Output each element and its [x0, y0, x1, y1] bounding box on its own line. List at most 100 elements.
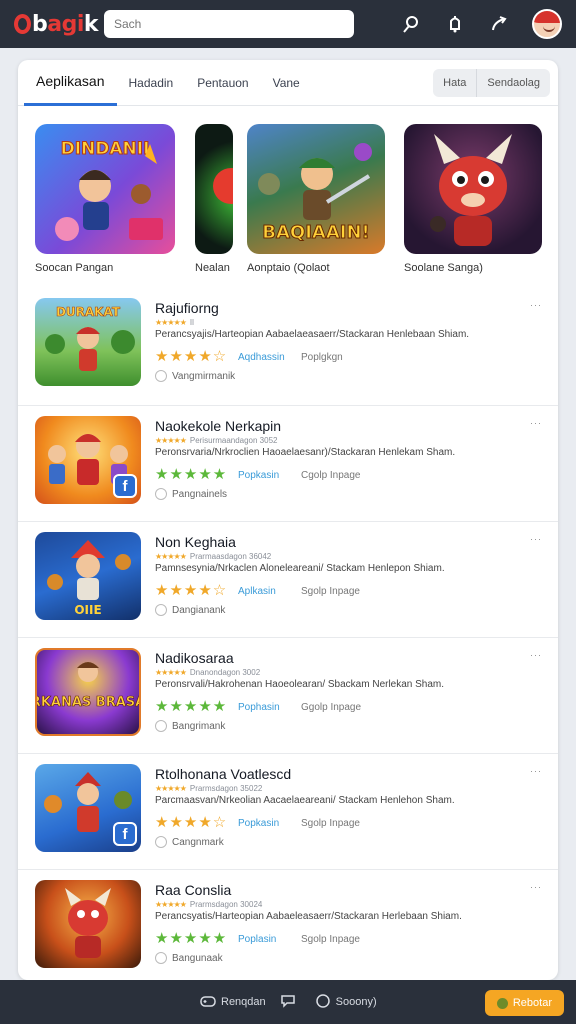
gamepad-icon: [200, 994, 216, 1011]
more-options-icon[interactable]: ···: [530, 882, 542, 892]
rating-stars: ★★★★★: [155, 466, 228, 483]
tab-hadadin[interactable]: Hadadin: [117, 60, 186, 106]
bottom-nav: Renqdan Sooony): [200, 980, 377, 1024]
more-options-icon[interactable]: ···: [530, 650, 542, 660]
developer-icon: [155, 720, 167, 732]
app-thumbnail: [35, 880, 141, 968]
featured-item[interactable]: Nealan: [195, 124, 233, 274]
reward-button[interactable]: Rebotar: [484, 990, 564, 1016]
app-category-link[interactable]: Poplasin: [238, 934, 276, 945]
more-options-icon[interactable]: ···: [530, 418, 542, 428]
featured-caption: Soocan Pangan: [35, 262, 114, 274]
app-category-link[interactable]: Popkasin: [238, 470, 279, 481]
featured-caption: Aonptaio (Qolaot: [247, 262, 330, 274]
app-meta: ★★★★★ Perisurmaandagon 3052: [155, 436, 278, 445]
chat-bubble-icon: [280, 994, 296, 1011]
app-list: DURAKAT Rajufiorng ★★★★★ Il Perancsyajis/…: [18, 288, 558, 980]
mini-rating: ★★★★★: [155, 318, 187, 327]
tab-aplikasi[interactable]: Aeplikasan: [24, 60, 117, 106]
featured-art: [404, 124, 542, 254]
search-input[interactable]: [104, 10, 354, 38]
facebook-badge-icon: f: [113, 822, 137, 846]
app-extra-info: Ggolp Inpage: [301, 702, 362, 713]
search-circle-icon: [315, 993, 331, 1012]
notification-bell-icon[interactable]: [444, 13, 466, 35]
app-developer: Bangunaak: [155, 952, 223, 964]
app-developer: Dangianank: [155, 604, 225, 616]
app-logo[interactable]: bagik: [14, 12, 99, 37]
app-extra-info: Sgolp Inpage: [301, 818, 360, 829]
featured-item[interactable]: BAQIAAIN! Aonptaio (Qolaot: [247, 124, 385, 274]
facebook-badge-icon: f: [113, 474, 137, 498]
view-toggle-option[interactable]: Hata: [433, 69, 476, 97]
list-item[interactable]: ARKANAS BRASAK Nadikosaraa ★★★★★Dnanonda…: [18, 638, 558, 754]
app-meta: ★★★★★ Dnanondagon 3002: [155, 668, 261, 677]
app-extra-info: Poplgkgn: [301, 352, 343, 363]
thumb-text: OIIE: [74, 603, 101, 617]
developer-icon: [155, 604, 167, 616]
rating-stars: ★★★★☆: [155, 582, 228, 599]
app-category-link[interactable]: Aplkasin: [238, 586, 276, 597]
location-pin-icon[interactable]: [400, 13, 422, 35]
avatar[interactable]: [532, 9, 562, 39]
app-title: Non Keghaia: [155, 534, 236, 550]
more-options-icon[interactable]: ···: [530, 534, 542, 544]
app-description: Perancsyatis/Harteopian Aabaeleasaerr/St…: [155, 911, 462, 922]
view-toggle-option[interactable]: Sendaolag: [476, 69, 550, 97]
list-item[interactable]: f Naokekole Nerkapin ★★★★★ Perisurmaandag…: [18, 406, 558, 522]
list-item[interactable]: DURAKAT Rajufiorng ★★★★★ Il Perancsyajis/…: [18, 288, 558, 406]
tab-vane[interactable]: Vane: [261, 60, 312, 106]
bottom-nav-search[interactable]: Sooony): [315, 993, 377, 1012]
rating-stars: ★★★★☆: [155, 814, 228, 831]
list-item[interactable]: f Rtolhonana Voatlescd ★★★★★ Prarmsdagon …: [18, 754, 558, 870]
featured-art-text: DINDANII: [61, 139, 150, 159]
bottom-nav-games[interactable]: Renqdan: [200, 994, 266, 1011]
mini-rating: ★★★★★: [155, 552, 187, 561]
featured-caption: Nealan: [195, 262, 230, 274]
thumb-text: DURAKAT: [56, 305, 121, 319]
list-item[interactable]: OIIE Non Keghaia ★★★★★ Prarmaasdagon 3604…: [18, 522, 558, 638]
app-extra-info: Cgolp Inpage: [301, 470, 361, 481]
app-extra-info: Sgolp Inpage: [301, 586, 360, 597]
mini-rating: ★★★★★: [155, 900, 187, 909]
app-description: Peronsrvali/Hakrohenan Haoeolearan/ Sbac…: [155, 679, 445, 690]
app-thumbnail: OIIE: [35, 532, 141, 620]
coin-icon: [496, 997, 508, 1009]
rating-stars: ★★★★★: [155, 698, 228, 715]
app-category-link[interactable]: Pophasin: [238, 702, 280, 713]
featured-caption: Soolane Sanga): [404, 262, 483, 274]
developer-icon: [155, 488, 167, 500]
app-meta: ★★★★★ Prarmaasdagon 36042: [155, 552, 272, 561]
app-title: Raa Conslia: [155, 882, 232, 898]
app-title: Rajufiorng: [155, 300, 219, 316]
app-category-link[interactable]: Aqdhassin: [238, 352, 285, 363]
app-description: Pamnsesynia/Nrkaclen Aloneleareani/ Stac…: [155, 563, 445, 574]
app-developer: Pangnainels: [155, 488, 227, 500]
tab-pentauon[interactable]: Pentauon: [185, 60, 260, 106]
featured-item[interactable]: Soolane Sanga): [404, 124, 542, 274]
app-developer: Cangnmark: [155, 836, 224, 848]
app-title: Nadikosaraa: [155, 650, 234, 666]
thumb-text: ARKANAS BRASAK: [37, 695, 139, 710]
more-options-icon[interactable]: ···: [530, 766, 542, 776]
app-extra-info: Sgolp Inpage: [301, 934, 360, 945]
mini-rating: ★★★★★: [155, 668, 187, 677]
featured-art-text: BAQIAAIN!: [262, 222, 369, 243]
app-meta: ★★★★★ Prarmsdagon 30024: [155, 900, 263, 909]
app-description: Perancsyajis/Harteopian Aabaelaeasaerr/S…: [155, 329, 470, 340]
app-title: Rtolhonana Voatlescd: [155, 766, 292, 782]
rating-stars: ★★★★★: [155, 930, 228, 947]
mini-rating: ★★★★★: [155, 784, 187, 793]
featured-item[interactable]: DINDANII Soocan Pangan: [35, 124, 175, 274]
tab-bar: Aeplikasan Hadadin Pentauon Vane Hata Se…: [18, 60, 558, 106]
more-options-icon[interactable]: ···: [530, 300, 542, 310]
list-item[interactable]: Raa Conslia ★★★★★ Prarmsdagon 30024 Peran…: [18, 870, 558, 980]
header-actions: [400, 9, 562, 39]
share-arrow-icon[interactable]: [488, 13, 510, 35]
app-meta: ★★★★★ Prarmsdagon 35022: [155, 784, 263, 793]
app-description: Peronsrvaria/Nrkroclien Haoaelaesanr)/St…: [155, 447, 456, 458]
app-thumbnail: ARKANAS BRASAK: [35, 648, 141, 736]
app-category-link[interactable]: Popkasin: [238, 818, 279, 829]
bottom-nav-chat[interactable]: [280, 994, 301, 1011]
bottom-bar: Renqdan Sooony) Rebotar: [0, 980, 576, 1024]
